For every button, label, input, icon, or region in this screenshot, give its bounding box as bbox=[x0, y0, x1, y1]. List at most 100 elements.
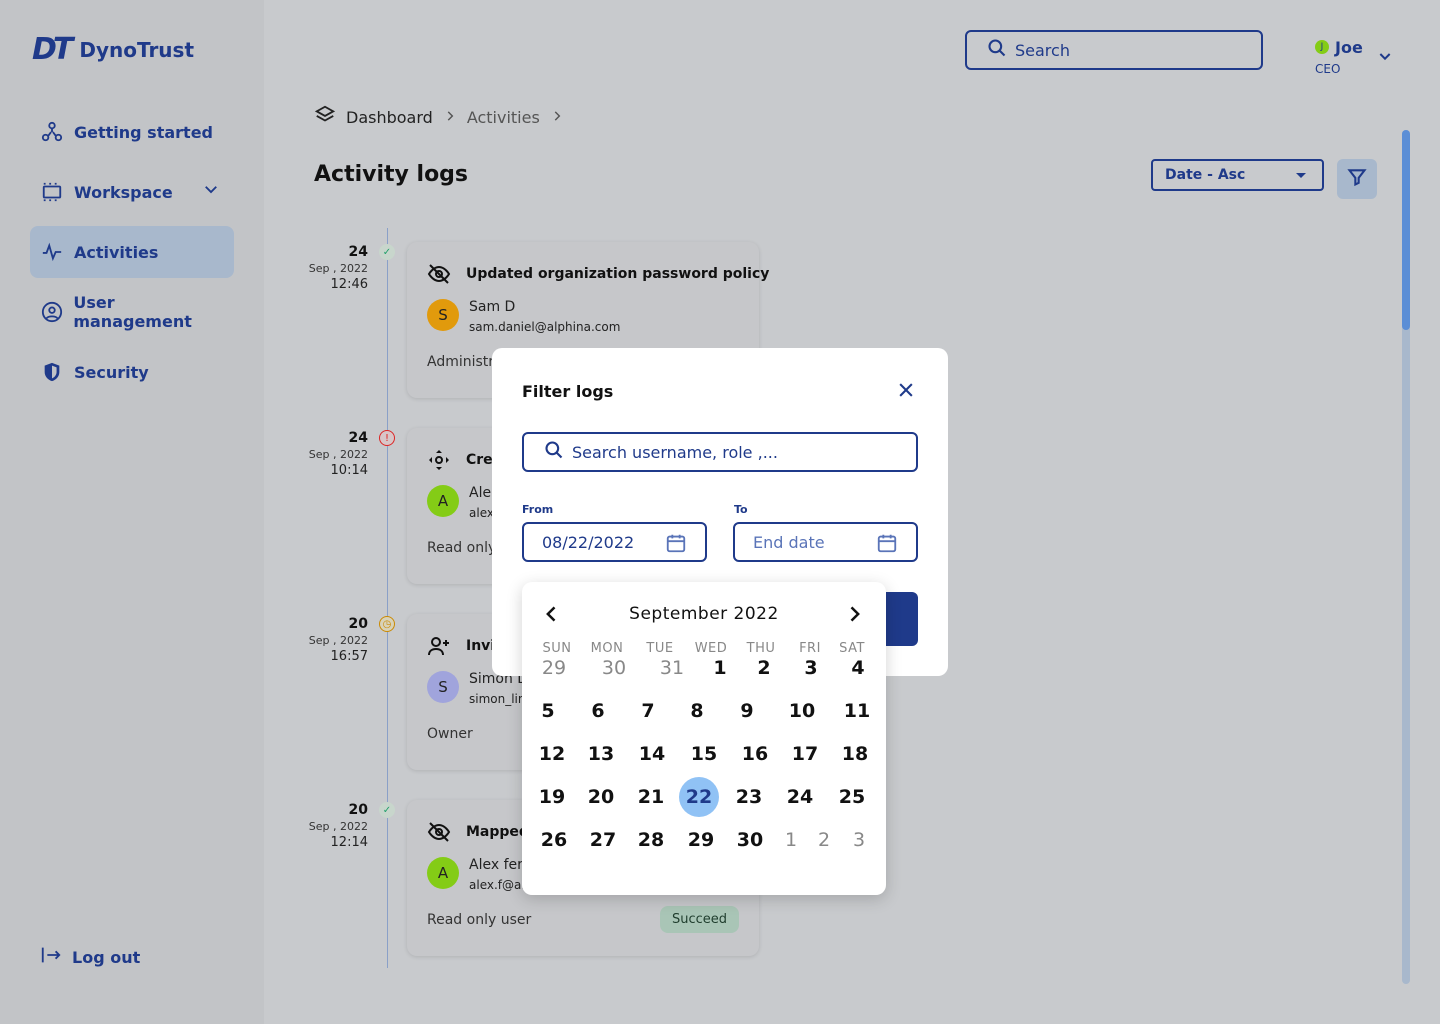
logo-mark: DT bbox=[32, 32, 73, 67]
calendar-day[interactable]: 17 bbox=[785, 734, 825, 774]
sidebar-item-label: Security bbox=[74, 362, 149, 382]
calendar-day[interactable]: 11 bbox=[837, 691, 877, 731]
avatar: A bbox=[427, 485, 459, 517]
calendar-day[interactable]: 18 bbox=[835, 734, 875, 774]
card-title: Invi bbox=[466, 638, 496, 654]
sidebar-nav: Getting started Workspace Activities Use… bbox=[30, 106, 234, 406]
calendar-month-label: September 2022 bbox=[629, 604, 779, 624]
card-user-email: alex.f@al bbox=[469, 878, 525, 892]
sidebar-item-security[interactable]: Security bbox=[30, 346, 234, 398]
calendar-day[interactable]: 29 bbox=[534, 648, 574, 688]
calendar-day[interactable]: 1 bbox=[700, 648, 740, 688]
search-input[interactable]: Search bbox=[965, 30, 1263, 70]
modal-title: Filter logs bbox=[522, 382, 614, 401]
to-date-field[interactable]: End date bbox=[733, 522, 918, 562]
calendar-day[interactable]: 26 bbox=[534, 820, 574, 860]
calendar-day[interactable]: 14 bbox=[632, 734, 672, 774]
calendar-day[interactable]: 13 bbox=[581, 734, 621, 774]
avatar: S bbox=[427, 299, 459, 331]
calendar-day[interactable]: 3 bbox=[791, 648, 831, 688]
timeline-date: 24 Sep , 2022 12:46 bbox=[308, 244, 368, 292]
calendar-day[interactable]: 31 bbox=[652, 648, 692, 688]
calendar-day[interactable]: 7 bbox=[628, 691, 668, 731]
avatar: A bbox=[427, 857, 459, 889]
workspace-icon bbox=[40, 180, 64, 204]
date-time: 12:14 bbox=[330, 835, 368, 850]
clock-icon: ◷ bbox=[379, 616, 395, 632]
search-placeholder: Search bbox=[1015, 40, 1070, 60]
user-role: CEO bbox=[1315, 62, 1341, 76]
filter-button[interactable] bbox=[1337, 159, 1377, 199]
calendar-day-selected[interactable]: 22 bbox=[679, 777, 719, 817]
calendar-icon[interactable] bbox=[665, 532, 687, 558]
calendar-day[interactable]: 9 bbox=[727, 691, 767, 731]
calendar-day[interactable]: 15 bbox=[684, 734, 724, 774]
search-icon bbox=[987, 38, 1007, 62]
close-icon[interactable] bbox=[896, 380, 916, 400]
card-user-name: Alex fer bbox=[469, 857, 523, 873]
from-label: From bbox=[522, 503, 554, 516]
sidebar-item-activities[interactable]: Activities bbox=[30, 226, 234, 278]
calendar-day[interactable]: 20 bbox=[581, 777, 621, 817]
calendar-day[interactable]: 23 bbox=[729, 777, 769, 817]
scrollbar-thumb[interactable] bbox=[1402, 130, 1410, 330]
card-user-role: Owner bbox=[427, 726, 473, 742]
calendar-day[interactable]: 25 bbox=[832, 777, 872, 817]
calendar-icon[interactable] bbox=[876, 532, 898, 558]
calendar-day[interactable]: 2 bbox=[744, 648, 784, 688]
calendar-day[interactable]: 12 bbox=[532, 734, 572, 774]
to-date-placeholder: End date bbox=[753, 532, 825, 552]
calendar-day[interactable]: 30 bbox=[594, 648, 634, 688]
calendar-day[interactable]: 29 bbox=[681, 820, 721, 860]
calendar-day[interactable]: 8 bbox=[677, 691, 717, 731]
check-icon: ✓ bbox=[379, 802, 395, 818]
calendar-day[interactable]: 6 bbox=[578, 691, 618, 731]
search-icon bbox=[544, 440, 564, 464]
sidebar-item-getting-started[interactable]: Getting started bbox=[30, 106, 234, 158]
calendar-day[interactable]: 27 bbox=[583, 820, 623, 860]
card-title: Updated organization password policy bbox=[466, 266, 770, 282]
logo[interactable]: DT DynoTrust bbox=[32, 32, 194, 67]
chevron-down-icon[interactable] bbox=[1377, 48, 1393, 68]
calendar-day[interactable]: 3 bbox=[839, 820, 879, 860]
chevron-right-icon[interactable] bbox=[844, 602, 864, 630]
from-date-field[interactable]: 08/22/2022 bbox=[522, 522, 707, 562]
date-day: 20 bbox=[348, 616, 368, 632]
calendar-day[interactable]: 30 bbox=[730, 820, 770, 860]
filter-search-input[interactable]: Search username, role ,... bbox=[522, 432, 918, 472]
date-month: Sep , 2022 bbox=[308, 820, 368, 833]
calendar-day[interactable]: 2 bbox=[804, 820, 844, 860]
breadcrumb-activities[interactable]: Activities bbox=[467, 108, 540, 127]
date-time: 12:46 bbox=[330, 277, 368, 292]
card-user-email: simon_lin bbox=[469, 692, 526, 706]
calendar-day[interactable]: 19 bbox=[532, 777, 572, 817]
page-title: Activity logs bbox=[314, 162, 469, 187]
filter-icon bbox=[1347, 167, 1367, 191]
calendar-day[interactable]: 28 bbox=[631, 820, 671, 860]
filter-search-placeholder: Search username, role ,... bbox=[572, 442, 778, 462]
calendar-day[interactable]: 16 bbox=[735, 734, 775, 774]
logout-label: Log out bbox=[72, 947, 141, 967]
calendar-day[interactable]: 24 bbox=[780, 777, 820, 817]
calendar-day[interactable]: 5 bbox=[528, 691, 568, 731]
calendar-day[interactable]: 10 bbox=[782, 691, 822, 731]
sidebar-item-workspace[interactable]: Workspace bbox=[30, 166, 234, 218]
card-user-role: Read only user bbox=[427, 912, 532, 928]
breadcrumb-dashboard[interactable]: Dashboard bbox=[346, 108, 433, 127]
logout-button[interactable]: Log out bbox=[40, 944, 140, 970]
calendar-day[interactable]: 21 bbox=[631, 777, 671, 817]
user-circle-icon bbox=[40, 300, 63, 324]
card-user-role: Read only bbox=[427, 540, 497, 556]
chevron-down-icon[interactable] bbox=[202, 180, 220, 202]
calendar-day[interactable]: 4 bbox=[838, 648, 878, 688]
timeline-date: 20 Sep , 2022 16:57 bbox=[308, 616, 368, 664]
sort-select[interactable]: Date - Asc bbox=[1151, 159, 1324, 191]
avatar: J bbox=[1315, 40, 1329, 54]
timeline-line bbox=[387, 228, 388, 968]
breadcrumb: Dashboard Activities bbox=[314, 104, 564, 130]
date-day: 20 bbox=[348, 802, 368, 818]
eye-off-icon bbox=[427, 820, 451, 844]
date-day: 24 bbox=[348, 430, 368, 446]
caret-down-icon bbox=[1296, 173, 1306, 178]
sidebar-item-user-management[interactable]: User management bbox=[30, 286, 234, 338]
